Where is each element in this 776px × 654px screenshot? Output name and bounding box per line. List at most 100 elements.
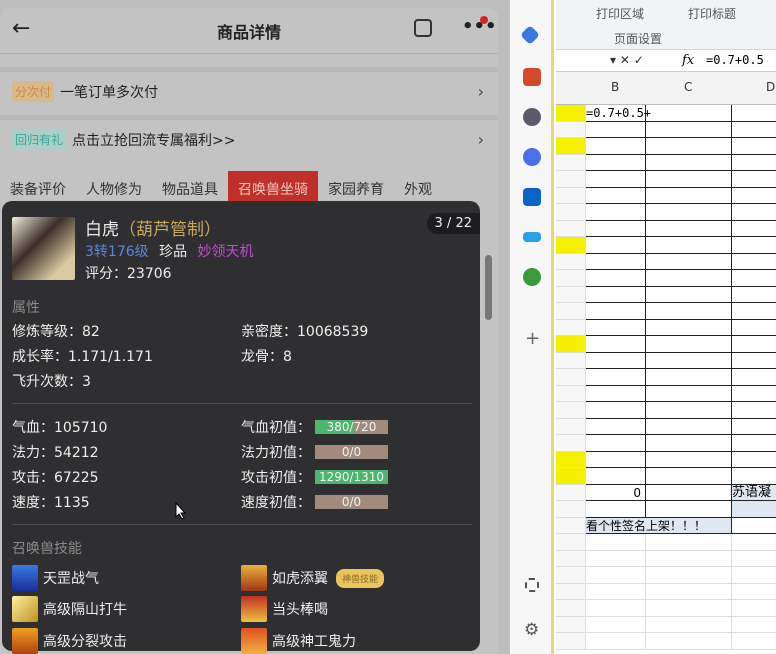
add-icon[interactable]: +	[525, 328, 540, 349]
cell[interactable]	[586, 187, 646, 204]
cell[interactable]	[732, 320, 776, 336]
cell[interactable]: 看个性签名上架！！！	[586, 517, 732, 534]
cell[interactable]	[732, 287, 776, 303]
cell[interactable]	[732, 122, 776, 138]
cell[interactable]	[646, 171, 732, 188]
cell[interactable]	[586, 204, 646, 221]
promo-return[interactable]: 回归有礼 点击立抢回流专属福利>> ›	[0, 115, 498, 159]
cell[interactable]	[646, 633, 732, 650]
settings-icon[interactable]: ⚙	[524, 620, 539, 640]
cell[interactable]	[732, 567, 776, 584]
cell[interactable]	[732, 633, 776, 650]
skill[interactable]: 当头棒喝	[241, 596, 328, 622]
cell[interactable]	[732, 336, 776, 353]
cell[interactable]	[646, 154, 732, 171]
column-d[interactable]: D	[766, 80, 775, 94]
cell[interactable]	[556, 616, 586, 633]
cell[interactable]	[586, 303, 646, 320]
cell[interactable]	[586, 319, 646, 336]
cell[interactable]	[732, 617, 776, 633]
cell[interactable]	[556, 583, 586, 600]
cell[interactable]	[556, 402, 586, 419]
cell[interactable]	[646, 303, 732, 320]
skill[interactable]: 高级神工鬼力	[241, 628, 356, 654]
cell[interactable]	[732, 237, 776, 254]
cell[interactable]	[646, 253, 732, 270]
column-c[interactable]: C	[684, 80, 692, 94]
cell[interactable]	[556, 550, 586, 567]
skill[interactable]: 如虎添翼 神兽技能	[241, 565, 385, 591]
cell[interactable]	[646, 336, 732, 353]
cell[interactable]	[586, 418, 646, 435]
column-b[interactable]: B	[611, 80, 619, 94]
cell[interactable]	[586, 583, 646, 600]
cell[interactable]	[646, 583, 732, 600]
cell[interactable]	[586, 468, 646, 485]
cell[interactable]	[646, 534, 732, 551]
cell[interactable]	[556, 418, 586, 435]
cell[interactable]	[556, 633, 586, 650]
cell[interactable]	[646, 237, 732, 254]
cell[interactable]	[556, 369, 586, 386]
cell[interactable]	[586, 534, 646, 551]
cell[interactable]	[646, 385, 732, 402]
chess-icon[interactable]	[523, 108, 541, 126]
cell[interactable]	[646, 286, 732, 303]
copilot-icon[interactable]	[523, 148, 541, 166]
cell[interactable]	[556, 451, 586, 468]
cell[interactable]	[556, 352, 586, 369]
cell[interactable]	[556, 154, 586, 171]
formula-input[interactable]: =0.7+0.5	[706, 53, 764, 67]
cell[interactable]	[732, 138, 776, 155]
card-scrollbar[interactable]	[485, 255, 492, 320]
skill[interactable]: 天罡战气	[12, 565, 99, 591]
cell[interactable]	[556, 501, 586, 518]
cell[interactable]	[556, 567, 586, 584]
cell[interactable]	[586, 253, 646, 270]
cell[interactable]	[556, 253, 586, 270]
cell[interactable]	[732, 452, 776, 468]
tag-icon[interactable]	[520, 25, 540, 45]
cell[interactable]	[646, 270, 732, 287]
cell[interactable]	[556, 270, 586, 287]
cell[interactable]	[646, 204, 732, 221]
cell[interactable]	[556, 385, 586, 402]
cell[interactable]	[732, 419, 776, 435]
cell[interactable]: 0	[586, 484, 646, 501]
cell[interactable]	[586, 501, 646, 518]
cell[interactable]	[556, 319, 586, 336]
cell[interactable]	[586, 633, 646, 650]
cell[interactable]	[646, 501, 732, 518]
cell[interactable]	[732, 435, 776, 452]
cell[interactable]	[556, 435, 586, 452]
cell[interactable]	[732, 386, 776, 402]
cell[interactable]	[586, 138, 646, 155]
promo-installment[interactable]: 分次付 一笔订单多次付 ›	[0, 67, 498, 111]
cancel-icon[interactable]: ▾ ✕ ✓	[610, 53, 644, 67]
cell[interactable]	[646, 369, 732, 386]
outlook-icon[interactable]	[523, 188, 541, 206]
print-titles-button[interactable]: 打印标题	[688, 5, 736, 22]
cell[interactable]	[556, 121, 586, 138]
cell[interactable]	[646, 187, 732, 204]
cell[interactable]	[732, 402, 776, 419]
skill[interactable]: 高级分裂攻击	[12, 628, 127, 654]
back-button[interactable]: ←	[12, 16, 30, 41]
cell[interactable]	[586, 402, 646, 419]
cell[interactable]	[586, 270, 646, 287]
cell[interactable]	[646, 418, 732, 435]
cell[interactable]	[732, 270, 776, 287]
cell[interactable]	[646, 484, 732, 501]
cell[interactable]	[732, 584, 776, 600]
cell[interactable]	[586, 600, 646, 617]
cell[interactable]	[732, 155, 776, 171]
cell[interactable]: =0.7+0.5+	[586, 105, 651, 122]
cell[interactable]	[732, 353, 776, 369]
cell[interactable]	[732, 600, 776, 617]
cell[interactable]	[646, 105, 732, 122]
send-icon[interactable]	[523, 232, 541, 242]
cell[interactable]	[586, 352, 646, 369]
cell[interactable]	[732, 303, 776, 320]
cell[interactable]	[732, 188, 776, 204]
cell[interactable]	[586, 435, 646, 452]
